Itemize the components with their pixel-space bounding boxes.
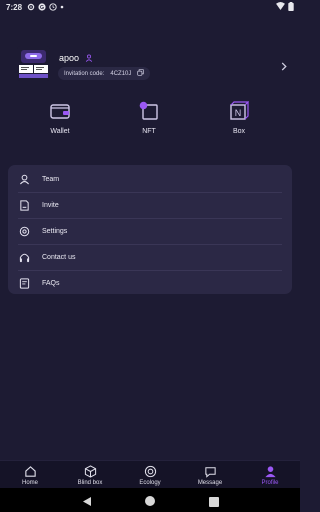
system-nav-bar (0, 488, 300, 512)
nav-profile[interactable]: Profile (240, 464, 300, 486)
quick-action-box[interactable]: N Box (209, 100, 269, 135)
invitation-code-label: Invitation code: (64, 70, 105, 77)
settings-icon (27, 3, 35, 11)
menu-item-label: FAQs (42, 279, 60, 287)
message-icon (204, 464, 217, 478)
invitation-code-pill[interactable]: Invitation code: 4CZ10J (58, 67, 151, 80)
nft-icon (139, 100, 159, 122)
profile-icon (264, 464, 277, 478)
invite-icon (18, 199, 31, 211)
box-icon: N (229, 100, 249, 122)
g-icon: G (38, 3, 46, 11)
profile-header[interactable]: apoo Invitation code: 4CZ10J (17, 44, 292, 86)
invitation-code-value: 4CZ10J (110, 70, 132, 77)
faq-icon (18, 277, 31, 289)
user-icon (85, 49, 93, 67)
nav-ecology[interactable]: Ecology (120, 464, 180, 486)
home-button-icon[interactable] (144, 494, 156, 512)
menu-item-faqs[interactable]: FAQs (18, 270, 282, 296)
copy-icon[interactable] (137, 69, 145, 78)
username-row: apoo (59, 49, 93, 67)
menu-item-contact-us[interactable]: Contact us (18, 244, 282, 270)
ecology-icon (144, 464, 157, 478)
nav-label: Message (197, 480, 223, 486)
recents-icon[interactable] (209, 494, 219, 512)
home-icon (24, 464, 37, 478)
battery-icon (288, 1, 294, 13)
quick-actions: Wallet NFT N Box (0, 100, 300, 140)
menu-item-settings[interactable]: Settings (18, 218, 282, 244)
quick-action-label: Wallet (50, 128, 70, 135)
menu-item-label: Contact us (42, 253, 76, 261)
svg-text:N: N (235, 108, 242, 118)
status-bar: 7:28 G (0, 0, 300, 14)
settings-icon (18, 226, 31, 237)
back-icon[interactable] (82, 494, 92, 512)
menu-item-label: Settings (42, 227, 68, 235)
nav-message[interactable]: Message (180, 464, 240, 486)
quick-action-label: Box (232, 128, 246, 135)
chevron-right-icon[interactable] (281, 58, 287, 76)
menu-card: Team Invite Settings Contact us FAQs (8, 165, 292, 294)
menu-item-team[interactable]: Team (18, 166, 282, 192)
quick-action-wallet[interactable]: Wallet (30, 100, 90, 135)
svg-text:G: G (40, 5, 44, 11)
nav-label: Ecology (139, 480, 161, 486)
wallet-icon (50, 100, 70, 122)
username: apoo (59, 53, 80, 63)
nav-label: Home (21, 480, 38, 486)
wifi-icon (276, 2, 285, 12)
menu-item-label: Team (42, 175, 60, 183)
nav-label: Profile (261, 480, 279, 486)
blind-box-icon (84, 464, 97, 478)
clock-icon (49, 3, 57, 11)
bottom-nav: Home Blind box Ecology Message Profile (0, 460, 300, 488)
quick-action-nft[interactable]: NFT (119, 100, 179, 135)
menu-item-label: Invite (42, 201, 59, 209)
quick-action-label: NFT (142, 128, 156, 135)
menu-item-invite[interactable]: Invite (18, 192, 282, 218)
nav-home[interactable]: Home (0, 464, 60, 486)
headphones-icon (18, 252, 31, 263)
status-time: 7:28 (6, 2, 23, 12)
avatar[interactable] (17, 46, 50, 81)
nav-blind-box[interactable]: Blind box (60, 464, 120, 486)
team-icon (18, 174, 31, 185)
nav-label: Blind box (77, 480, 103, 486)
dot-icon (60, 3, 64, 11)
